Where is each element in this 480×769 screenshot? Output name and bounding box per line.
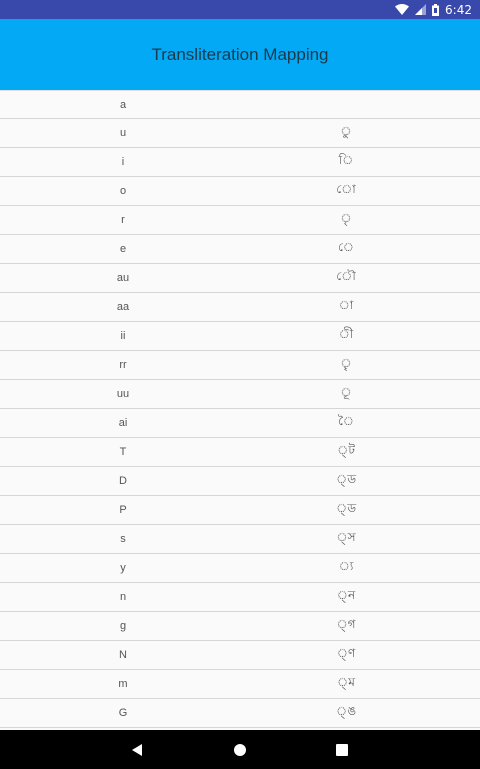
list-item[interactable]: a <box>0 90 480 119</box>
bengali-value: ু <box>340 124 352 138</box>
bengali-value: ্য <box>338 559 354 573</box>
latin-key: D <box>119 475 127 487</box>
list-item[interactable]: rৃ <box>0 206 480 235</box>
list-item[interactable]: eে <box>0 235 480 264</box>
list-item[interactable]: aiৈ <box>0 409 480 438</box>
recent-apps-button[interactable] <box>312 730 372 769</box>
bengali-value: ৃ <box>340 211 352 225</box>
latin-key: o <box>119 185 127 197</box>
navigation-bar <box>0 730 480 769</box>
status-time: 6:42 <box>445 2 472 17</box>
mapping-list[interactable]: a uু iি oো rৃ eে auৌ aaা iiী rrৄ uuূ aiৈ T্ট D্ড P্ড s্… <box>0 90 480 730</box>
list-item[interactable]: n্ন <box>0 583 480 612</box>
bengali-value: ী <box>338 327 354 341</box>
wifi-icon <box>395 4 410 15</box>
latin-key: ai <box>118 417 128 429</box>
list-item[interactable]: m্ম <box>0 670 480 699</box>
latin-key: i <box>121 156 125 168</box>
list-item[interactable]: oো <box>0 177 480 206</box>
list-item[interactable]: s্স <box>0 525 480 554</box>
bengali-value: ্ণ <box>336 646 356 660</box>
latin-key: N <box>119 649 127 661</box>
page-title: Transliteration Mapping <box>151 44 329 64</box>
latin-key: g <box>119 620 127 632</box>
signal-icon <box>415 4 427 15</box>
bengali-value: ো <box>336 182 356 196</box>
latin-key: ii <box>120 330 126 342</box>
bengali-value: ৄ <box>340 356 352 370</box>
latin-key: au <box>116 272 130 284</box>
bengali-value: ি <box>338 153 354 167</box>
recent-apps-icon <box>336 743 348 756</box>
list-item[interactable]: g্গ <box>0 612 480 641</box>
status-bar: 6:42 <box>0 0 480 19</box>
bengali-value: ্ড <box>335 472 357 486</box>
list-item[interactable]: y্য <box>0 554 480 583</box>
bengali-value: ্স <box>336 530 356 544</box>
bengali-value: া <box>338 298 354 312</box>
list-item[interactable]: iি <box>0 148 480 177</box>
bengali-value: ্ট <box>337 443 355 457</box>
latin-key: rr <box>119 359 127 371</box>
list-item[interactable]: rrৄ <box>0 351 480 380</box>
list-item[interactable]: iiী <box>0 322 480 351</box>
latin-key: P <box>119 504 127 516</box>
list-item[interactable]: N্ণ <box>0 641 480 670</box>
latin-key: aa <box>116 301 130 313</box>
bengali-value: ্ম <box>337 675 355 689</box>
list-item[interactable]: P্ড <box>0 496 480 525</box>
list-item[interactable]: G্ঙ <box>0 699 480 728</box>
home-button[interactable] <box>210 730 270 769</box>
list-item[interactable]: aaা <box>0 293 480 322</box>
list-item[interactable]: auৌ <box>0 264 480 293</box>
bengali-value: ্ঙ <box>335 704 357 718</box>
latin-key: m <box>118 678 128 690</box>
home-icon <box>234 743 246 756</box>
latin-key: r <box>121 214 125 226</box>
latin-key: T <box>119 446 127 458</box>
bengali-value: ্ন <box>336 588 356 602</box>
list-item[interactable]: uuূ <box>0 380 480 409</box>
bengali-value: ্গ <box>336 617 356 631</box>
latin-key: G <box>118 707 128 719</box>
bengali-value: ূ <box>340 385 352 399</box>
battery-icon <box>432 3 440 16</box>
latin-key: a <box>119 98 127 111</box>
list-item[interactable]: uু <box>0 119 480 148</box>
bengali-value: ৈ <box>337 414 355 428</box>
list-item[interactable]: T্ট <box>0 438 480 467</box>
bengali-value: ৌ <box>336 269 356 283</box>
latin-key: e <box>119 243 127 255</box>
bengali-value: ে <box>337 240 355 254</box>
bengali-value: ্ড <box>335 501 357 515</box>
app-bar: Transliteration Mapping <box>0 19 480 90</box>
back-icon <box>132 743 142 756</box>
latin-key: y <box>120 562 126 574</box>
latin-key: n <box>119 591 127 603</box>
latin-key: uu <box>116 388 130 400</box>
latin-key: u <box>119 127 127 139</box>
latin-key: s <box>120 533 126 545</box>
list-item[interactable]: D্ড <box>0 467 480 496</box>
back-button[interactable] <box>107 730 167 769</box>
